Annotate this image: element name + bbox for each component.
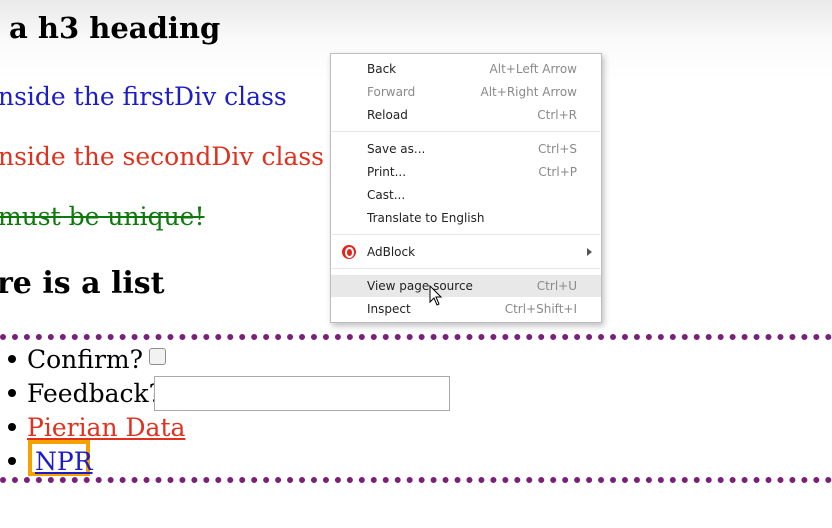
bullet	[8, 355, 16, 363]
menu-shortcut: Ctrl+S	[537, 142, 577, 156]
menu-label: Translate to English	[367, 211, 485, 225]
menu-label: Reload	[367, 108, 408, 122]
menu-item-inspect[interactable]: Inspect Ctrl+Shift+I	[331, 298, 601, 320]
h3-heading: a h3 heading	[9, 11, 221, 45]
first-div-text: nside the firstDiv class	[0, 82, 287, 111]
menu-label: Print...	[367, 165, 407, 179]
menu-separator	[332, 268, 600, 269]
menu-shortcut: Ctrl+U	[536, 279, 577, 293]
feedback-input[interactable]	[154, 376, 450, 411]
menu-label: Inspect	[367, 302, 411, 316]
npr-link[interactable]: NPR	[35, 447, 93, 476]
menu-shortcut: Ctrl+R	[537, 108, 577, 122]
menu-label: Back	[367, 62, 397, 76]
bullet	[8, 457, 16, 465]
bullet	[8, 389, 16, 397]
menu-label: Forward	[367, 85, 416, 99]
menu-item-forward[interactable]: Forward Alt+Right Arrow	[331, 81, 601, 103]
menu-item-adblock[interactable]: AdBlock	[331, 241, 601, 263]
menu-label: Cast...	[367, 188, 406, 202]
menu-label: AdBlock	[367, 245, 416, 259]
menu-item-reload[interactable]: Reload Ctrl+R	[331, 104, 601, 126]
mouse-cursor-icon	[429, 285, 443, 306]
menu-item-print[interactable]: Print... Ctrl+P	[331, 161, 601, 183]
menu-shortcut: Ctrl+Shift+I	[504, 302, 577, 316]
menu-shortcut: Ctrl+P	[538, 165, 577, 179]
menu-separator	[332, 131, 600, 132]
confirm-checkbox[interactable]	[149, 348, 166, 365]
menu-item-view-source[interactable]: View page source Ctrl+U	[331, 275, 601, 297]
adblock-icon	[342, 245, 356, 259]
menu-shortcut: Alt+Right Arrow	[480, 85, 577, 99]
menu-shortcut: Alt+Left Arrow	[489, 62, 577, 76]
submenu-arrow-icon	[587, 248, 592, 256]
menu-label: Save as...	[367, 142, 426, 156]
menu-separator	[332, 234, 600, 235]
menu-item-save-as[interactable]: Save as... Ctrl+S	[331, 138, 601, 160]
menu-item-back[interactable]: Back Alt+Left Arrow	[331, 58, 601, 80]
menu-label: View page source	[367, 279, 473, 293]
bullet	[8, 423, 16, 431]
context-menu: Back Alt+Left Arrow Forward Alt+Right Ar…	[330, 53, 602, 323]
dotted-border-bottom	[0, 477, 832, 483]
dotted-border-top	[0, 334, 832, 340]
pierian-data-link[interactable]: Pierian Data	[27, 413, 185, 442]
unique-text: must be unique!	[0, 202, 205, 231]
menu-item-translate[interactable]: Translate to English	[331, 207, 601, 229]
second-div-text: nside the secondDiv class	[0, 142, 325, 171]
menu-item-cast[interactable]: Cast...	[331, 184, 601, 206]
feedback-label: Feedback?	[27, 378, 163, 408]
list-heading: re is a list	[0, 266, 165, 301]
confirm-label: Confirm?	[27, 344, 144, 374]
